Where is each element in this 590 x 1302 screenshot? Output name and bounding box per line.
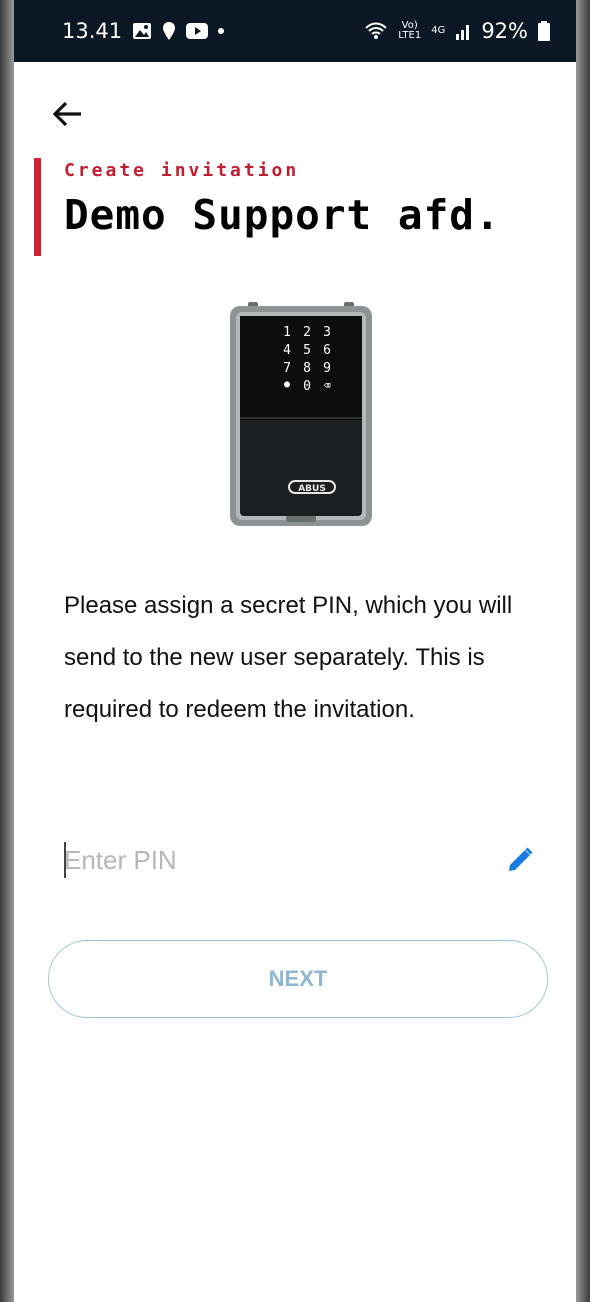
keypad: 1 2 3 4 5 6 7 8 9 ● 0 ⌫ (278, 325, 334, 394)
gallery-icon (132, 22, 152, 40)
next-button[interactable]: NEXT (48, 940, 548, 1018)
keypad-key: 0 (303, 379, 311, 394)
signal-icon (455, 22, 471, 40)
instructions-text: Please assign a secret PIN, which you wi… (64, 592, 513, 723)
battery-icon (538, 21, 550, 41)
network-type: 4G (431, 25, 446, 36)
status-bar: 13.41 Vo) LTE1 4G 92% (14, 0, 576, 62)
app-screen: 13.41 Vo) LTE1 4G 92% Create invitation … (14, 0, 576, 1302)
pin-field (64, 832, 534, 888)
keypad-key: 7 (283, 361, 291, 376)
pin-input[interactable] (64, 832, 464, 888)
keypad-key: 8 (303, 361, 311, 376)
phone-frame-left (0, 0, 14, 1302)
keypad-key: ● (283, 379, 291, 390)
keypad-key: 1 (283, 325, 291, 340)
keypad-key: 4 (283, 343, 291, 358)
page-header: Create invitation Demo Support afd. (34, 155, 556, 256)
notification-dot-icon (218, 28, 225, 34)
arrow-left-icon (52, 101, 81, 127)
text-cursor (64, 842, 66, 878)
status-right: Vo) LTE1 4G 92% (364, 19, 550, 43)
battery-percent: 92% (481, 19, 528, 43)
location-icon (162, 21, 176, 41)
keybox-device-image: ABUS 1 2 3 4 5 6 7 8 9 ● 0 ⌫ (228, 300, 374, 528)
status-left: 13.41 (62, 19, 225, 43)
page-subtitle: Create invitation (64, 160, 300, 181)
back-button[interactable] (48, 94, 88, 134)
page-title: Demo Support afd. (64, 191, 501, 239)
keypad-key: 2 (303, 325, 311, 340)
youtube-icon (186, 23, 209, 39)
volte-indicator: Vo) LTE1 (398, 21, 421, 41)
status-time: 13.41 (62, 19, 123, 43)
wifi-calling-icon (364, 21, 388, 41)
keypad-key: 3 (323, 325, 331, 340)
brand-logo: ABUS (298, 484, 326, 494)
keypad-key: ⌫ (323, 379, 331, 392)
pencil-icon[interactable] (506, 846, 534, 874)
lte-label: LTE1 (398, 30, 422, 41)
accent-bar (34, 158, 41, 256)
phone-frame-right (576, 0, 590, 1302)
keypad-key: 9 (323, 361, 331, 376)
keypad-key: 5 (303, 343, 311, 358)
keypad-key: 6 (323, 343, 331, 358)
